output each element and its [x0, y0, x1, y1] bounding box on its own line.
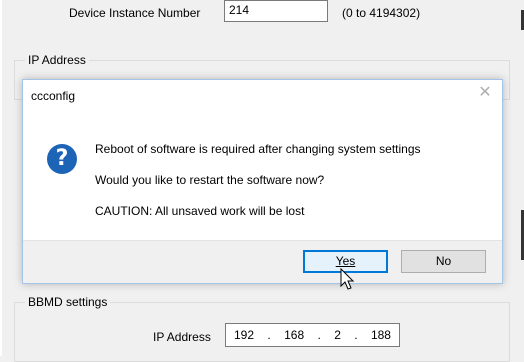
ip-dot-2: . [317, 328, 321, 342]
bbmd-ip-input[interactable]: 192 . 168 . 2 . 188 [225, 323, 400, 347]
message-line-reboot: Reboot of software is required after cha… [95, 142, 421, 156]
device-instance-label: Device Instance Number [69, 6, 201, 20]
ccconfig-dialog: ccconfig ✕ ? Reboot of software is requi… [22, 79, 503, 284]
message-line-restart-question: Would you like to restart the software n… [95, 173, 325, 187]
ip-octet-4: 188 [370, 328, 391, 342]
window-left-edge [0, 0, 2, 356]
ip-octet-3: 2 [334, 328, 341, 342]
bbmd-settings-group-title: BBMD settings [25, 295, 111, 309]
ip-octet-2: 168 [284, 328, 305, 342]
dialog-button-bar: Yes No [23, 240, 502, 283]
mouse-pointer-icon [340, 268, 355, 290]
no-button[interactable]: No [401, 250, 486, 273]
ip-address-group-title: IP Address [25, 53, 89, 67]
ip-octet-1: 192 [234, 328, 255, 342]
close-icon[interactable]: ✕ [478, 85, 492, 101]
yes-button-label: Yes [335, 254, 356, 268]
ip-dot-1: . [267, 328, 271, 342]
question-icon: ? [47, 144, 77, 174]
message-line-caution: CAUTION: All unsaved work will be lost [95, 204, 305, 218]
device-instance-range: (0 to 4194302) [342, 6, 421, 20]
bbmd-ip-label: IP Address [153, 330, 211, 344]
dialog-title: ccconfig [31, 89, 76, 103]
device-instance-input[interactable]: 214 [224, 0, 328, 22]
ip-dot-3: . [354, 328, 358, 342]
no-button-label: No [435, 254, 452, 268]
